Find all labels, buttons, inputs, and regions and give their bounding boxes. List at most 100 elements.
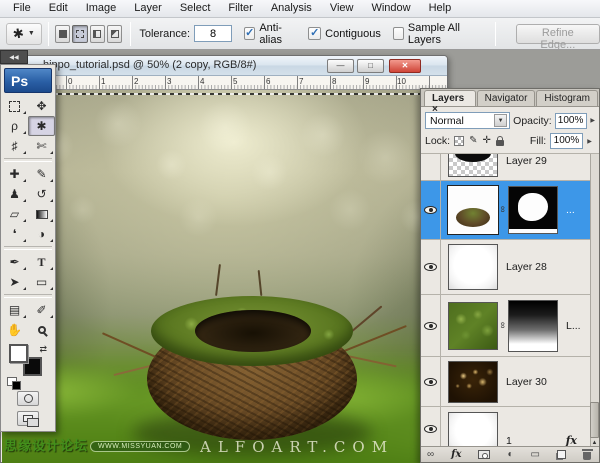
layer-row-selected[interactable]: ∞ ... bbox=[421, 181, 599, 240]
lock-transparency-icon[interactable] bbox=[454, 136, 465, 146]
new-group-icon[interactable]: ▭ bbox=[531, 449, 540, 460]
crop-tool[interactable]: ♯ bbox=[1, 136, 28, 156]
menu-help[interactable]: Help bbox=[420, 0, 461, 17]
layer-thumbnail[interactable] bbox=[448, 301, 498, 350]
pen-tool[interactable]: ✒ bbox=[1, 252, 28, 272]
tool-preset-picker[interactable]: ✱ ▼ bbox=[6, 22, 42, 45]
opacity-spinner-icon[interactable]: ▶ bbox=[590, 117, 595, 124]
fill-value[interactable]: 100% bbox=[550, 133, 584, 149]
menu-filter[interactable]: Filter bbox=[219, 0, 261, 17]
blur-tool[interactable]: ❛ bbox=[1, 224, 28, 244]
visibility-cell[interactable] bbox=[421, 240, 441, 294]
canvas[interactable]: 思缘设计论坛 WWW.MISSYUAN.COM ALFOART.COM bbox=[2, 90, 448, 463]
type-tool[interactable]: T bbox=[28, 252, 55, 272]
foreground-color-swatch[interactable] bbox=[9, 344, 28, 363]
path-select-tool[interactable]: ➤ bbox=[1, 272, 28, 292]
layer-thumbnail[interactable] bbox=[448, 244, 498, 290]
adjustment-layer-icon[interactable]: ◐ bbox=[507, 449, 513, 460]
layer-thumbnail[interactable] bbox=[448, 412, 498, 450]
history-brush-tool[interactable]: ↺ bbox=[28, 184, 55, 204]
layer-mask-thumbnail[interactable] bbox=[508, 299, 558, 352]
layers-scrollbar[interactable]: ▲ bbox=[590, 154, 599, 450]
shape-tool[interactable]: ▭ bbox=[28, 272, 55, 292]
zoom-tool[interactable] bbox=[28, 320, 55, 340]
layer-row-29[interactable]: Layer 29 bbox=[421, 154, 599, 181]
add-mask-icon[interactable] bbox=[478, 450, 491, 459]
tab-histogram[interactable]: Histogram bbox=[536, 90, 598, 106]
menu-layer[interactable]: Layer bbox=[125, 0, 171, 17]
contiguous-checkbox[interactable]: ✓ Contiguous bbox=[308, 27, 381, 40]
screen-mode-button[interactable] bbox=[17, 411, 39, 427]
layer-thumbnail[interactable] bbox=[447, 185, 499, 235]
gradient-tool[interactable] bbox=[28, 204, 55, 224]
document-title-bar[interactable]: hippo_tutorial.psd @ 50% (2 copy, RGB/8#… bbox=[1, 56, 447, 76]
eye-icon[interactable] bbox=[424, 424, 437, 433]
layer-row-28[interactable]: Layer 28 bbox=[421, 240, 599, 295]
eye-icon[interactable] bbox=[424, 321, 437, 330]
eye-icon[interactable] bbox=[424, 377, 437, 386]
eraser-tool[interactable]: ▱ bbox=[1, 204, 28, 224]
visibility-cell[interactable] bbox=[421, 154, 441, 180]
layer-thumbnail[interactable] bbox=[448, 154, 498, 177]
photoshop-logo[interactable]: Ps bbox=[4, 68, 52, 93]
move-tool[interactable]: ✥ bbox=[28, 96, 55, 116]
sample-all-layers-checkbox[interactable]: Sample All Layers bbox=[392, 22, 481, 46]
selection-subtract-button[interactable] bbox=[89, 24, 105, 43]
selection-add-button[interactable] bbox=[72, 24, 88, 43]
menu-view[interactable]: View bbox=[321, 0, 363, 17]
collapse-dock-button[interactable]: ◀◀ bbox=[0, 50, 28, 64]
visibility-cell[interactable] bbox=[421, 181, 441, 239]
eye-icon[interactable] bbox=[424, 206, 437, 214]
lock-pixels-icon[interactable]: ✎ bbox=[469, 136, 477, 146]
quick-mask-button[interactable] bbox=[17, 391, 39, 406]
default-colors-icon[interactable] bbox=[7, 377, 21, 390]
lock-position-icon[interactable]: ✛ bbox=[483, 136, 491, 146]
visibility-cell[interactable] bbox=[421, 295, 441, 356]
visibility-cell[interactable] bbox=[421, 407, 441, 450]
maximize-button[interactable]: □ bbox=[357, 59, 384, 73]
fill-spinner-icon[interactable]: ▶ bbox=[587, 138, 592, 145]
layer-row-30[interactable]: Layer 30 bbox=[421, 357, 599, 407]
menu-image[interactable]: Image bbox=[77, 0, 126, 17]
marquee-tool[interactable] bbox=[1, 96, 28, 116]
menu-analysis[interactable]: Analysis bbox=[262, 0, 321, 17]
clone-stamp-tool[interactable]: ♟ bbox=[1, 184, 28, 204]
mask-link-icon[interactable]: ∞ bbox=[498, 206, 508, 214]
layer-thumbnail[interactable] bbox=[448, 360, 498, 403]
eye-icon[interactable] bbox=[424, 263, 437, 271]
layer-row-masked-moss[interactable]: ∞ L... bbox=[421, 295, 599, 357]
lasso-tool[interactable]: ρ bbox=[1, 116, 28, 136]
slice-tool[interactable]: ✄ bbox=[28, 136, 55, 156]
dodge-tool[interactable]: ◑ bbox=[28, 224, 55, 244]
layer-style-icon[interactable]: fx bbox=[451, 449, 461, 460]
hand-tool[interactable]: ✋ bbox=[1, 320, 28, 340]
menu-edit[interactable]: Edit bbox=[40, 0, 77, 17]
swap-colors-icon[interactable]: ⇄ bbox=[39, 344, 47, 355]
link-layers-icon[interactable]: ∞ bbox=[427, 449, 434, 460]
eyedropper-tool[interactable]: ✐ bbox=[28, 300, 55, 320]
close-button[interactable]: ✕ bbox=[389, 59, 421, 73]
opacity-value[interactable]: 100% bbox=[554, 112, 588, 129]
tolerance-input[interactable] bbox=[194, 25, 233, 42]
layer-row-1[interactable]: 1 fx bbox=[421, 407, 599, 450]
blend-mode-select[interactable]: Normal ▼ bbox=[425, 112, 511, 129]
minimize-button[interactable]: — bbox=[327, 59, 354, 73]
notes-tool[interactable]: ▤ bbox=[1, 300, 28, 320]
lock-all-icon[interactable] bbox=[495, 136, 504, 146]
visibility-cell[interactable] bbox=[421, 357, 441, 406]
new-layer-icon[interactable] bbox=[556, 450, 566, 459]
menu-window[interactable]: Window bbox=[362, 0, 419, 17]
tab-layers[interactable]: Layers × bbox=[424, 90, 476, 115]
delete-layer-icon[interactable] bbox=[581, 449, 593, 460]
brush-tool[interactable]: ✎ bbox=[28, 164, 55, 184]
selection-new-button[interactable] bbox=[54, 24, 71, 43]
menu-select[interactable]: Select bbox=[171, 0, 220, 17]
mask-link-icon[interactable]: ∞ bbox=[498, 322, 508, 330]
tab-navigator[interactable]: Navigator bbox=[476, 90, 536, 106]
menu-file[interactable]: File bbox=[4, 0, 40, 17]
magic-wand-tool[interactable]: ✱ bbox=[28, 116, 55, 136]
selection-intersect-button[interactable] bbox=[106, 24, 123, 43]
anti-alias-checkbox[interactable]: ✓ Anti-alias bbox=[244, 22, 296, 46]
layer-mask-thumbnail[interactable] bbox=[508, 186, 558, 234]
scrollbar-thumb[interactable] bbox=[590, 402, 599, 438]
